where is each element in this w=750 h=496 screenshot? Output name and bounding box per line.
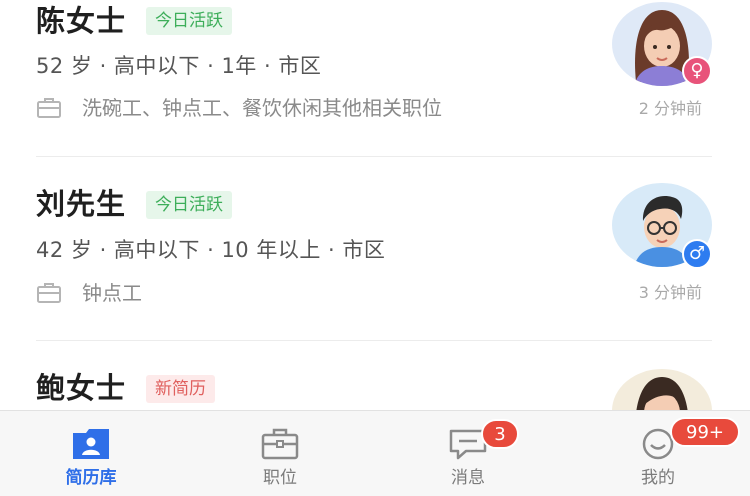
tab-me[interactable]: 我的 99+ — [598, 411, 740, 496]
active-today-badge: 今日活跃 — [146, 191, 232, 219]
expected-jobs: 洗碗工、钟点工、餐饮休闲其他相关职位 — [82, 96, 442, 120]
candidate-card[interactable]: 刘先生 今日活跃 42 岁 · 高中以下 · 10 年以上 · 市区 钟点工 3… — [0, 157, 750, 340]
avatar[interactable] — [612, 369, 712, 410]
resume-library-screen: 陈女士 今日活跃 52 岁 · 高中以下 · 1年 · 市区 洗碗工、钟点工、餐… — [0, 0, 750, 496]
female-icon: ♀ — [682, 56, 712, 86]
briefcase-icon — [37, 98, 61, 118]
candidate-name: 刘先生 — [36, 187, 127, 221]
active-time: 3 分钟前 — [638, 283, 702, 302]
candidate-card[interactable]: 陈女士 今日活跃 52 岁 · 高中以下 · 1年 · 市区 洗碗工、钟点工、餐… — [0, 0, 750, 156]
tab-messages[interactable]: 消息 3 — [408, 411, 528, 496]
tab-label: 我的 — [641, 468, 675, 488]
active-time: 2 分钟前 — [638, 99, 702, 118]
briefcase-icon — [261, 428, 299, 460]
tab-label: 消息 — [451, 468, 485, 488]
resume-library-icon — [73, 429, 109, 459]
candidate-name: 鲍女士 — [36, 371, 127, 405]
candidate-meta: 42 岁 · 高中以下 · 10 年以上 · 市区 — [36, 238, 386, 262]
candidate-card[interactable]: 鲍女士 新简历 — [0, 341, 750, 410]
tab-resume-library[interactable]: 简历库 — [31, 411, 151, 496]
briefcase-icon — [37, 283, 61, 303]
tab-label: 职位 — [263, 468, 297, 488]
unread-count-badge: 3 — [481, 419, 519, 449]
candidate-meta: 52 岁 · 高中以下 · 1年 · 市区 — [36, 54, 322, 78]
male-icon: ♂ — [682, 239, 712, 269]
bottom-tab-bar: 简历库 职位 消息 3 我的 99+ — [0, 410, 750, 496]
unread-count-badge: 99+ — [670, 417, 740, 447]
female-avatar-illustration — [636, 377, 688, 410]
active-today-badge: 今日活跃 — [146, 7, 232, 35]
tab-jobs[interactable]: 职位 — [220, 411, 340, 496]
new-resume-badge: 新简历 — [146, 375, 215, 403]
expected-jobs: 钟点工 — [82, 281, 142, 305]
candidate-name: 陈女士 — [36, 4, 127, 38]
tab-label: 简历库 — [65, 468, 117, 488]
